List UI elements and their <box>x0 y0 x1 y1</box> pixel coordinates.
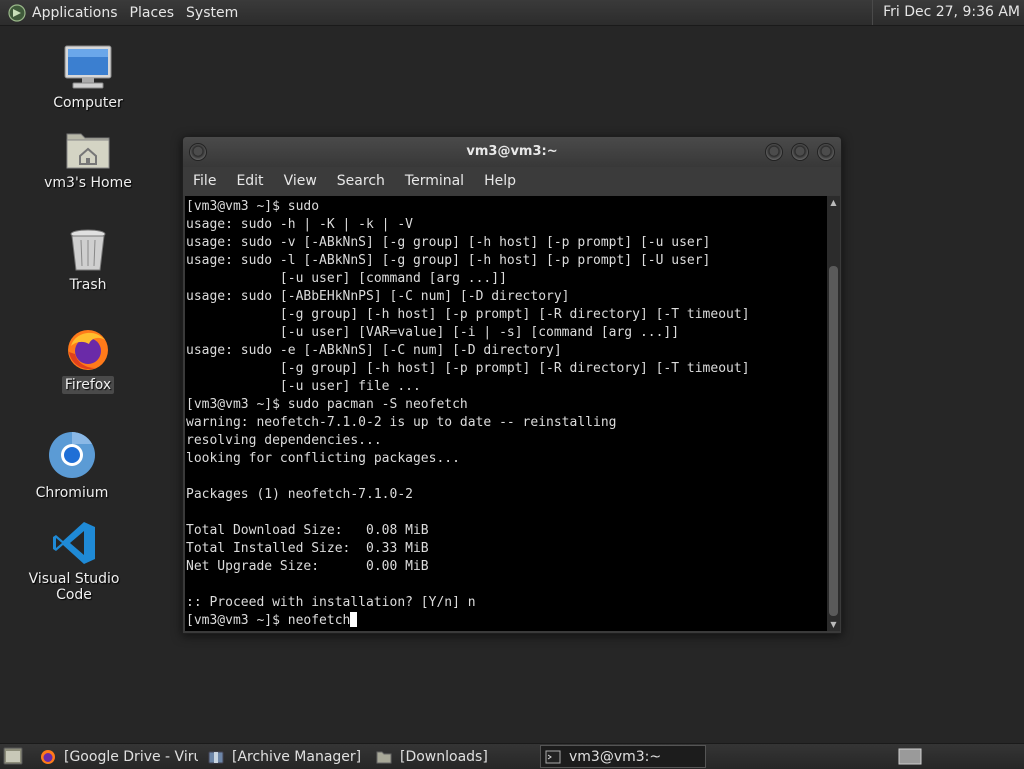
desktop-icon-label: Trash <box>69 277 107 293</box>
firefox-icon <box>41 749 55 764</box>
menu-terminal[interactable]: Terminal <box>395 173 474 189</box>
title-bar[interactable]: vm3@vm3:~ <box>183 137 841 167</box>
taskbar-item-label: [Archive Manager] <box>232 748 362 765</box>
menu-edit[interactable]: Edit <box>226 173 273 189</box>
taskbar-item-terminal[interactable]: vm3@vm3:~ <box>540 745 706 768</box>
terminal-line: looking for conflicting packages... <box>186 451 460 466</box>
menu-view[interactable]: View <box>274 173 327 189</box>
terminal-line: [-g group] [-h host] [-p prompt] [-R dir… <box>186 307 750 322</box>
terminal-scrollbar[interactable]: ▲ ▼ <box>827 196 840 631</box>
close-button[interactable] <box>817 143 835 161</box>
distro-logo-icon[interactable] <box>8 3 26 22</box>
system-menu[interactable]: System <box>186 5 246 21</box>
scrollbar-thumb[interactable] <box>829 266 838 616</box>
desktop-icon-label: Visual Studio Code <box>28 571 120 603</box>
top-panel: Applications Places System Fri Dec 27, 9… <box>0 0 1024 26</box>
desktop-icon-trash[interactable]: Trash <box>48 228 128 294</box>
terminal-line: Net Upgrade Size: 0.00 MiB <box>186 559 429 574</box>
terminal-line: resolving dependencies... <box>186 433 382 448</box>
terminal-line: [-u user] [command [arg ...]] <box>186 271 507 286</box>
chromium-icon <box>49 432 95 478</box>
terminal-line: usage: sudo [-ABbEHkNnPS] [-C num] [-D d… <box>186 289 570 304</box>
taskbar-item-label: [Downloads] <box>400 748 488 765</box>
applications-menu[interactable]: Applications <box>32 5 126 21</box>
terminal-line: usage: sudo -e [-ABkNnS] [-C num] [-D di… <box>186 343 562 358</box>
terminal-line: [vm3@vm3 ~]$ sudo <box>186 199 320 214</box>
show-desktop-icon[interactable] <box>3 747 23 765</box>
vscode-icon <box>53 522 95 564</box>
home-folder-icon <box>66 133 110 169</box>
terminal-line: [-u user] file ... <box>186 379 421 394</box>
desktop-icon-firefox[interactable]: Firefox <box>48 326 128 394</box>
desktop-icon-chromium[interactable]: Chromium <box>32 430 112 502</box>
scroll-up-arrow-icon[interactable]: ▲ <box>827 196 840 209</box>
archive-manager-icon <box>208 751 224 763</box>
desktop-icon-label: Chromium <box>35 485 109 501</box>
taskbar-item-downloads[interactable]: [Downloads] <box>372 745 534 768</box>
terminal-line: usage: sudo -v [-ABkNnS] [-g group] [-h … <box>186 235 711 250</box>
minimize-button[interactable] <box>765 143 783 161</box>
bottom-panel: [Google Drive - Viru... [Archive Manager… <box>0 743 1024 769</box>
menu-help[interactable]: Help <box>474 173 526 189</box>
terminal-menu-bar: File Edit View Search Terminal Help <box>183 167 841 195</box>
terminal-line: Packages (1) neofetch-7.1.0-2 <box>186 487 413 502</box>
computer-icon <box>64 45 112 89</box>
terminal-prompt-line[interactable]: [vm3@vm3 ~]$ neofetch <box>186 612 827 630</box>
desktop-icon-vscode[interactable]: Visual Studio Code <box>14 520 134 604</box>
desktop-icon-home[interactable]: vm3's Home <box>38 128 138 192</box>
desktop-icon-label: Computer <box>53 95 123 111</box>
terminal-line: [-g group] [-h host] [-p prompt] [-R dir… <box>186 361 750 376</box>
trash-icon <box>70 229 106 271</box>
terminal-window[interactable]: vm3@vm3:~ File Edit View Search Terminal… <box>182 136 842 634</box>
workspace-switcher-icon[interactable] <box>898 748 922 765</box>
terminal-line: Total Installed Size: 0.33 MiB <box>186 541 429 556</box>
firefox-icon <box>68 330 108 370</box>
desktop-icon-label: vm3's Home <box>44 175 132 191</box>
menu-file[interactable]: File <box>183 173 226 189</box>
folder-icon <box>376 751 392 763</box>
scroll-down-arrow-icon[interactable]: ▼ <box>827 618 840 631</box>
terminal-output[interactable]: [vm3@vm3 ~]$ sudo usage: sudo -h | -K | … <box>185 196 827 631</box>
terminal-line: [-u user] [VAR=value] [-i | -s] [command… <box>186 325 680 340</box>
terminal-line: warning: neofetch-7.1.0-2 is up to date … <box>186 415 617 430</box>
terminal-line: usage: sudo -h | -K | -k | -V <box>186 217 413 232</box>
taskbar-item-google-drive[interactable]: [Google Drive - Viru... <box>36 745 198 768</box>
text-cursor <box>350 612 358 627</box>
clock[interactable]: Fri Dec 27, 9:36 AM <box>872 0 1020 25</box>
menu-search[interactable]: Search <box>327 173 395 189</box>
terminal-line: usage: sudo -l [-ABkNnS] [-g group] [-h … <box>186 253 711 268</box>
desktop-icon-label: Firefox <box>61 376 115 394</box>
taskbar-item-archive-manager[interactable]: [Archive Manager] <box>204 745 366 768</box>
maximize-button[interactable] <box>791 143 809 161</box>
terminal-line: Total Download Size: 0.08 MiB <box>186 523 429 538</box>
taskbar-item-label: [Google Drive - Viru... <box>64 748 198 765</box>
window-title: vm3@vm3:~ <box>466 144 558 159</box>
taskbar-item-label: vm3@vm3:~ <box>569 748 662 765</box>
places-menu[interactable]: Places <box>130 5 183 21</box>
terminal-line: [vm3@vm3 ~]$ sudo pacman -S neofetch <box>186 397 468 412</box>
terminal-icon <box>545 750 561 763</box>
terminal-line: :: Proceed with installation? [Y/n] n <box>186 595 476 610</box>
prompt-input-text[interactable]: [vm3@vm3 ~]$ neofetch <box>186 613 350 628</box>
desktop-icon-computer[interactable]: Computer <box>48 44 128 112</box>
